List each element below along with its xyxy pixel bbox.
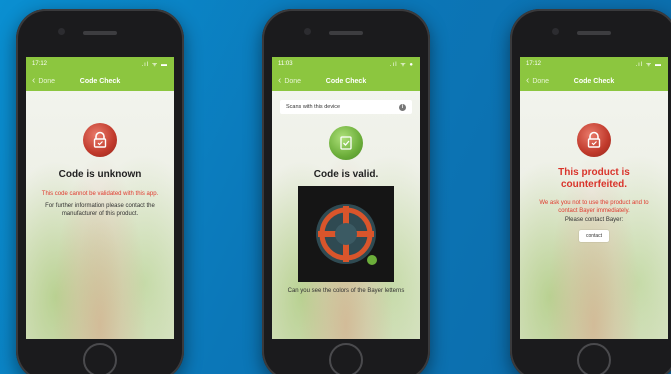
warning-text: This code cannot be validated with this … (41, 191, 159, 197)
home-button (577, 343, 611, 374)
speaker-grille (83, 31, 117, 35)
done-label: Done (38, 77, 56, 85)
phone-counterfeit: 17:12 .ıl ᯤ ▬ ‹ Done Code Check This pro… (510, 9, 671, 374)
home-button (329, 343, 363, 374)
red-lock-icon (577, 123, 611, 157)
nav-bar: ‹ Done Code Check (520, 71, 668, 91)
phone-valid-code: 11:03 .ıl ᯤ ● ‹ Done Code Check Scans wi… (262, 9, 430, 374)
status-icons: .ıl ᯤ ▬ (635, 62, 662, 68)
status-icons: .ıl ᯤ ▬ (141, 62, 168, 68)
speaker-grille (577, 31, 611, 35)
done-label: Done (532, 77, 550, 85)
phone-unknown-code: 17:12 .ıl ᯤ ▬ ‹ Done Code Check Code is … (16, 9, 184, 374)
speaker-grille (329, 31, 363, 35)
result-title: Code is unknown (58, 169, 142, 180)
result-title: This product is counterfeited. (526, 167, 662, 191)
info-icon[interactable]: i (399, 103, 406, 111)
scans-label: Scans with this device (286, 104, 341, 110)
result-content: Code is unknown This code cannot be vali… (26, 123, 174, 218)
warning-line-1: We ask you not to use the product and to (539, 200, 649, 206)
done-button[interactable]: ‹ Done (526, 71, 549, 91)
nav-bar: ‹ Done Code Check (272, 71, 420, 91)
done-label: Done (284, 77, 302, 85)
nav-title: Code Check (573, 77, 615, 85)
phone-screen: 17:12 .ıl ᯤ ▬ ‹ Done Code Check Code is … (26, 57, 174, 339)
green-check-icon (329, 126, 363, 160)
status-icons: .ıl ᯤ ● (389, 62, 414, 68)
status-bar: 17:12 .ıl ᯤ ▬ (26, 57, 174, 71)
title-line-2: counterfeited. (560, 179, 628, 190)
front-camera (552, 28, 559, 35)
hologram-code-image (298, 186, 394, 282)
status-time: 17:12 (526, 61, 542, 67)
warning-line-2: contact Bayer immediately. (558, 208, 630, 214)
front-camera (304, 28, 311, 35)
chevron-left-icon: ‹ (526, 75, 530, 86)
nav-title: Code Check (325, 77, 367, 85)
status-time: 11:03 (278, 61, 293, 67)
info-text: For further information please contact t… (45, 203, 155, 217)
info-text: Please contact Bayer: (564, 217, 624, 223)
red-lock-icon (83, 123, 117, 157)
result-content: This product is counterfeited. We ask yo… (520, 123, 668, 242)
status-bar: 17:12 .ıl ᯤ ▬ (520, 57, 668, 71)
phone-screen: 11:03 .ıl ᯤ ● ‹ Done Code Check Scans wi… (272, 57, 420, 339)
nav-title: Code Check (79, 77, 121, 85)
status-bar: 11:03 .ıl ᯤ ● (272, 57, 420, 71)
done-button[interactable]: ‹ Done (32, 71, 55, 91)
front-camera (58, 28, 65, 35)
result-content: Scans with this device i Code is valid. (272, 100, 420, 294)
title-line-1: This product is (558, 167, 630, 178)
status-time: 17:12 (32, 61, 48, 67)
chevron-left-icon: ‹ (32, 75, 36, 86)
contact-button[interactable]: contact (578, 230, 610, 242)
nav-bar: ‹ Done Code Check (26, 71, 174, 91)
hint-text: Can you see the colors of the Bayer lett… (287, 288, 405, 294)
chevron-left-icon: ‹ (278, 75, 282, 86)
warning-text: We ask you not to use the product and to… (526, 199, 662, 215)
result-title: Code is valid. (313, 169, 379, 180)
done-button[interactable]: ‹ Done (278, 71, 301, 91)
home-button (83, 343, 117, 374)
scans-with-device-row[interactable]: Scans with this device i (280, 100, 412, 114)
phone-screen: 17:12 .ıl ᯤ ▬ ‹ Done Code Check This pro… (520, 57, 668, 339)
